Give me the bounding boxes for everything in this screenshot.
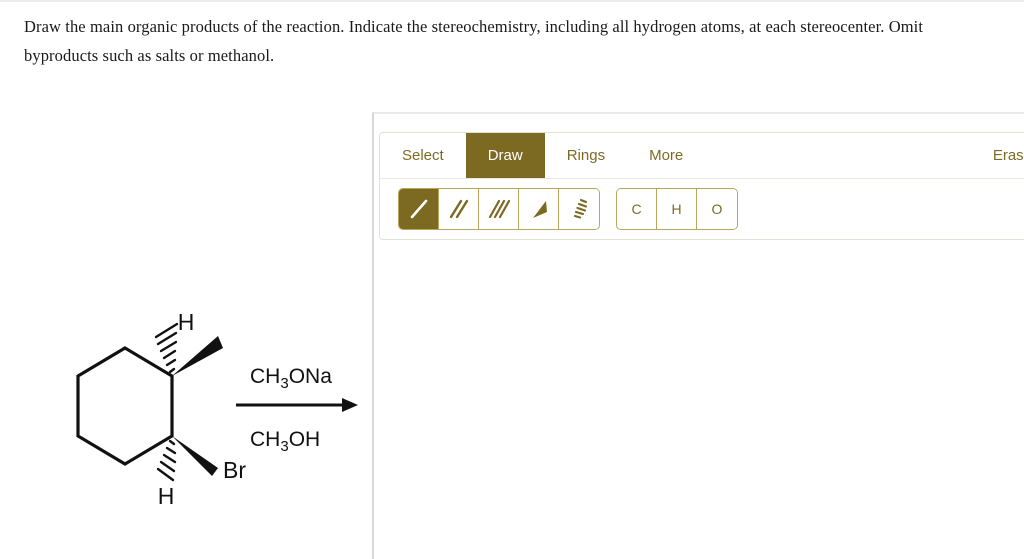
hash-bond-tool[interactable] [559, 189, 599, 229]
double-bond-icon [449, 199, 468, 219]
bottom-solid-wedge [172, 436, 218, 476]
hash-bond-icon [573, 198, 588, 219]
element-button-h[interactable]: H [657, 189, 697, 229]
drawing-canvas[interactable] [379, 254, 1024, 554]
tab-rings[interactable]: Rings [545, 133, 627, 178]
top-hash-wedge [154, 322, 179, 374]
tab-select[interactable]: Select [380, 133, 466, 178]
question-prompt: Draw the main organic products of the re… [24, 17, 924, 65]
wedge-bond-tool[interactable] [519, 189, 559, 229]
reagent-below-main: CH [250, 428, 280, 451]
reagent-above-tail: ONa [289, 365, 333, 388]
element-button-group: C H O [616, 188, 738, 230]
reagent-above-sub: 3 [280, 375, 288, 392]
reagent-above-main: CH [250, 365, 280, 388]
editor-toolbar: Select Draw Rings More Erase [379, 132, 1024, 240]
bromine-label: Br [223, 457, 246, 483]
element-button-o[interactable]: O [697, 189, 737, 229]
tab-draw[interactable]: Draw [465, 133, 545, 178]
single-bond-icon [410, 199, 427, 219]
top-hydrogen-label: H [178, 309, 195, 335]
triple-bond-tool[interactable] [479, 189, 519, 229]
bond-tool-group [398, 188, 600, 230]
single-bond-tool[interactable] [399, 189, 439, 229]
triple-bond-icon [488, 199, 510, 219]
top-solid-wedge [172, 336, 223, 376]
editor-tab-row: Select Draw Rings More Erase [380, 133, 1024, 179]
element-button-c[interactable]: C [617, 189, 657, 229]
reaction-arrow [236, 398, 358, 412]
editor-tool-row: C H O [380, 179, 1024, 239]
tab-row-spacer [705, 133, 971, 178]
reagent-below-sub: 3 [280, 438, 288, 455]
reagent-above: CH3ONa [250, 365, 332, 392]
top-divider [0, 0, 1024, 2]
wedge-bond-icon [532, 201, 547, 218]
tab-more[interactable]: More [627, 133, 705, 178]
reagent-below: CH3OH [250, 428, 320, 455]
double-bond-tool[interactable] [439, 189, 479, 229]
reaction-scheme: H Br H CH3ONa CH3OH [60, 308, 370, 513]
bottom-hydrogen-label: H [158, 483, 175, 509]
reagent-below-tail: OH [289, 428, 321, 451]
bottom-hash-wedge [156, 439, 177, 482]
cyclohexane-ring [76, 346, 174, 466]
molecule-editor-panel: Select Draw Rings More Erase [372, 112, 1024, 559]
erase-button[interactable]: Erase [971, 133, 1024, 178]
